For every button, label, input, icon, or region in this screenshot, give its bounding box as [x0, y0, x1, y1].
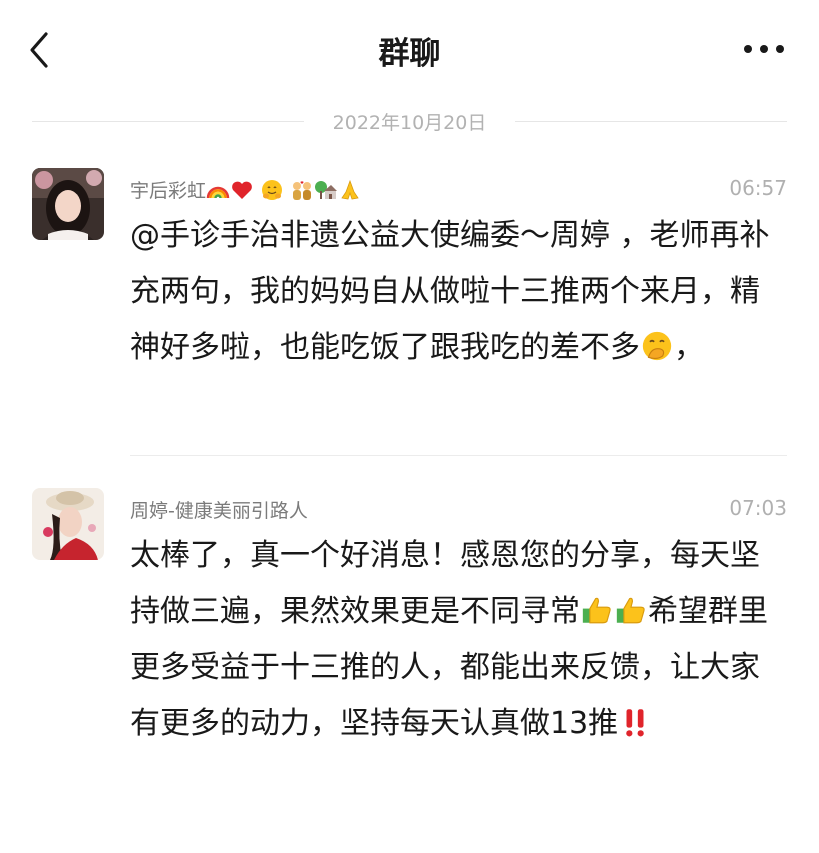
- message-text-tail: ，: [674, 330, 704, 365]
- date-separator: 2022年10月20日: [32, 104, 787, 138]
- sender-name[interactable]: 周婷-健康美丽引路人: [130, 496, 308, 523]
- message-time: 06:57: [729, 176, 787, 200]
- page-title: 群聊: [378, 36, 441, 72]
- chat-message: 宇后彩虹 06:57 @手诊手治非遗公益大使编委～周婷 ，老师再补充两句，我的妈…: [32, 168, 787, 438]
- message-content[interactable]: @手诊手治非遗公益大使编委～周婷 ，老师再补充两句，我的妈妈自从做啦十三推两个来…: [130, 208, 780, 376]
- message-content[interactable]: 太棒了，真一个好消息！感恩您的分享，每天坚持做三遍，果然效果更是不同寻常 希望群里…: [130, 528, 780, 752]
- face-with-hand-over-mouth-emoji: [642, 331, 672, 361]
- more-horizontal-icon[interactable]: [740, 34, 788, 64]
- rainbow-emoji: [206, 186, 230, 199]
- couple-with-heart-emoji: [293, 181, 312, 200]
- chat-message: 周婷-健康美丽引路人 07:03 太棒了，真一个好消息！感恩您的分享，每天坚持做…: [32, 488, 787, 818]
- avatar[interactable]: [32, 488, 104, 560]
- divider-line: [515, 121, 787, 122]
- sender-emojis: [206, 179, 362, 202]
- thumbs-up-emoji: [616, 597, 645, 624]
- message-divider: [130, 455, 787, 456]
- double-exclamation-emoji: [626, 709, 644, 737]
- sender-name-text: 宇后彩虹: [130, 180, 207, 202]
- chat-header: 群聊: [0, 0, 819, 100]
- house-with-tree-emoji: [315, 181, 338, 199]
- thumbs-up-emoji: [582, 597, 611, 624]
- avatar[interactable]: [32, 168, 104, 240]
- message-time: 07:03: [729, 496, 787, 520]
- folded-hands-emoji: [341, 179, 359, 200]
- hugging-face-emoji: [262, 180, 283, 200]
- red-heart-emoji: [232, 181, 252, 199]
- sender-name[interactable]: 宇后彩虹: [130, 176, 362, 203]
